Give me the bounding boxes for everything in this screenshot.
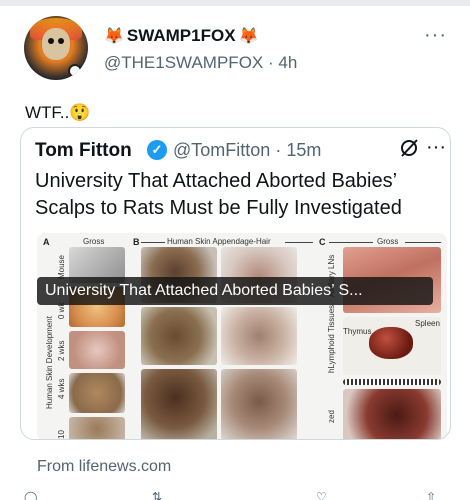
organ-shape bbox=[369, 327, 413, 359]
row-label-2wks: 2 wks bbox=[57, 340, 66, 361]
gross-2wks-image bbox=[69, 331, 125, 369]
row-label-10: 10 bbox=[57, 430, 66, 439]
tweet-text: WTF..😲 bbox=[25, 103, 91, 122]
author-handle-row: @THE1SWAMPFOX · 4h bbox=[104, 53, 297, 73]
tissue-image bbox=[343, 389, 441, 439]
panel-b-header: Human Skin Appendage-Hair bbox=[167, 237, 271, 246]
reply-icon[interactable]: ◯ bbox=[24, 490, 37, 500]
verified-badge-icon: ✓ bbox=[147, 140, 167, 160]
more-icon[interactable]: ··· bbox=[424, 24, 447, 47]
thymus-label: Thymus bbox=[343, 327, 372, 336]
media-caption[interactable]: University That Attached Aborted Babies’… bbox=[37, 277, 433, 305]
share-icon[interactable]: ⇧ bbox=[426, 490, 436, 500]
c-row-3: zed bbox=[327, 410, 336, 423]
hair-image bbox=[221, 369, 297, 439]
link-source[interactable]: From lifenews.com bbox=[37, 458, 171, 476]
fox-emoji-icon: 🦊 bbox=[104, 28, 124, 45]
hair-image bbox=[141, 369, 217, 439]
quoted-author-name[interactable]: Tom Fitton bbox=[35, 140, 132, 162]
header-rule bbox=[329, 242, 373, 243]
hair-image bbox=[141, 307, 217, 365]
header-rule bbox=[141, 242, 165, 243]
avatar[interactable] bbox=[24, 16, 88, 80]
side-label: Human Skin Development bbox=[45, 316, 54, 409]
hair-image bbox=[221, 307, 297, 365]
retweet-icon[interactable]: ⇅ bbox=[152, 490, 162, 500]
row-label-4wks: 4 wks bbox=[57, 378, 66, 399]
header-rule bbox=[285, 242, 313, 243]
row-label-mouse: Mouse bbox=[57, 254, 66, 279]
media-figure[interactable]: A Gross B Human Skin Appendage-Hair C Gr… bbox=[37, 233, 447, 439]
header-rule bbox=[405, 242, 441, 243]
panel-a-header: Gross bbox=[83, 237, 105, 246]
author-name[interactable]: 🦊 SWAMP1FOX 🦊 bbox=[104, 26, 258, 46]
c-row-lymphoid: hLymphoid Tissues bbox=[327, 304, 336, 373]
avatar-eye-right bbox=[58, 38, 64, 44]
gross-4wks-image bbox=[69, 373, 125, 413]
panel-c-header: Gross bbox=[377, 237, 399, 246]
grok-icon-svg bbox=[401, 139, 418, 157]
separator-dot: · bbox=[275, 140, 287, 160]
panel-b-label: B bbox=[133, 237, 140, 247]
like-icon[interactable]: ♡ bbox=[316, 490, 327, 500]
post-time[interactable]: 4h bbox=[278, 53, 297, 72]
fox-emoji-icon: 🦊 bbox=[238, 28, 259, 45]
quoted-headline: University That Attached Aborted Babies’… bbox=[35, 170, 402, 219]
quoted-more-icon[interactable]: ··· bbox=[426, 136, 446, 159]
quoted-time[interactable]: 15m bbox=[286, 140, 321, 160]
avatar-badge-icon bbox=[68, 64, 82, 78]
panel-a-label: A bbox=[43, 237, 50, 247]
author-display-name: SWAMP1FOX bbox=[126, 26, 236, 45]
author-handle[interactable]: @THE1SWAMPFOX bbox=[104, 53, 263, 72]
action-bar: ◯ ⇅ ♡ ⇧ bbox=[20, 490, 450, 500]
ruler-strip bbox=[343, 379, 441, 385]
grok-icon[interactable] bbox=[398, 137, 420, 165]
avatar-face bbox=[42, 28, 70, 60]
quoted-handle-row: @TomFitton · 15m bbox=[173, 140, 321, 161]
row-label-0wk: 0 wk bbox=[57, 302, 66, 319]
quoted-handle[interactable]: @TomFitton bbox=[173, 140, 270, 160]
panel-c-label: C bbox=[319, 237, 326, 247]
spleen-label: Spleen bbox=[415, 319, 440, 328]
separator-dot: · bbox=[268, 53, 279, 72]
avatar-eye-left bbox=[48, 38, 54, 44]
gross-10-image bbox=[69, 417, 125, 439]
top-divider bbox=[0, 0, 470, 6]
